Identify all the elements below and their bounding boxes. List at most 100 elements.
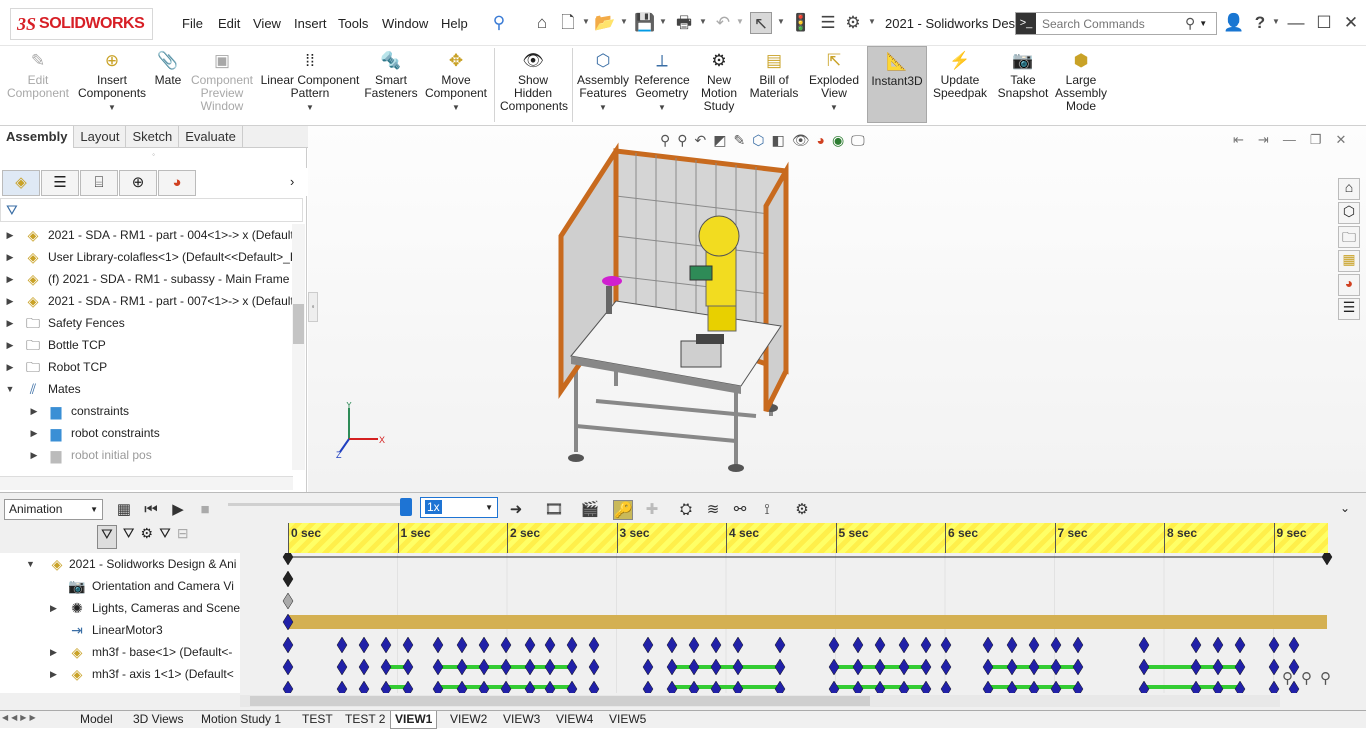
reference-geometry-button[interactable]: ⟂ Reference Geometry ▼	[634, 50, 690, 114]
collapse-icon[interactable]: ▼	[26, 553, 35, 575]
key-point[interactable]	[1234, 658, 1246, 676]
zoom-to-fit-icon[interactable]: ⚲	[1282, 669, 1293, 691]
view-settings-icon[interactable]: 🖵	[851, 132, 865, 152]
menu-window[interactable]: Window	[382, 16, 428, 31]
panel-splitter-handle[interactable]: ◦	[308, 292, 318, 322]
key-point[interactable]	[1050, 636, 1062, 654]
menu-tools[interactable]: Tools	[338, 16, 368, 31]
key-point[interactable]	[358, 658, 370, 676]
chevron-down-icon[interactable]: ▼	[699, 17, 707, 26]
key-point[interactable]	[1212, 636, 1224, 654]
tab-3d-views[interactable]: 3D Views	[129, 711, 187, 729]
key-point[interactable]	[478, 658, 490, 676]
tab-model[interactable]: Model	[76, 711, 117, 729]
key-point[interactable]	[940, 636, 952, 654]
collapse-all-icon[interactable]: ⊟	[177, 525, 189, 549]
search-commands[interactable]: >_ ⚲ ▼	[1015, 12, 1217, 35]
key-point[interactable]	[336, 680, 348, 693]
key-point[interactable]	[544, 636, 556, 654]
zoom-out-icon[interactable]: ⚲	[1320, 669, 1331, 691]
key-point[interactable]	[710, 636, 722, 654]
key-point[interactable]	[852, 658, 864, 676]
add-key-icon[interactable]: ✚	[642, 500, 662, 520]
key-point[interactable]	[940, 658, 952, 676]
edit-component-button[interactable]: ✎ Edit Component	[6, 50, 70, 100]
key-point[interactable]	[688, 636, 700, 654]
menu-view[interactable]: View	[253, 16, 281, 31]
playback-slider-thumb[interactable]	[400, 498, 412, 516]
key-point[interactable]	[358, 636, 370, 654]
stop-icon[interactable]: ■	[195, 500, 215, 520]
playback-slider-track[interactable]	[228, 503, 403, 506]
exploded-view-button[interactable]: ⇱ Exploded View ▼	[806, 50, 862, 114]
user-icon[interactable]: 👤	[1223, 12, 1245, 34]
chevron-down-icon[interactable]: ▼	[1199, 19, 1207, 28]
key-point[interactable]	[642, 680, 654, 693]
save-icon[interactable]: 💾	[634, 12, 656, 34]
tree-item[interactable]: ▶ 🗀 Safety Fences	[0, 312, 293, 334]
key-point[interactable]	[1006, 636, 1018, 654]
key-point[interactable]	[898, 636, 910, 654]
expand-icon[interactable]: ▶	[4, 268, 16, 290]
tab-evaluate[interactable]: Evaluate	[179, 126, 243, 148]
key-point[interactable]	[524, 680, 536, 693]
key-point[interactable]	[282, 592, 294, 610]
new-document-icon[interactable]: 🗋	[557, 12, 579, 34]
tree-item[interactable]: ▶ 🗀 Robot TCP	[0, 356, 293, 378]
close-icon[interactable]: ✕	[1335, 132, 1346, 152]
key-point[interactable]	[828, 658, 840, 676]
collapse-right-icon[interactable]: ⇥	[1258, 132, 1269, 152]
dimxpert-tab-icon[interactable]: ⊕	[119, 170, 157, 196]
key-point[interactable]	[524, 658, 536, 676]
menu-insert[interactable]: Insert	[294, 16, 327, 31]
key-point[interactable]	[982, 680, 994, 693]
feature-tree-tab-icon[interactable]: ◈	[2, 170, 40, 196]
key-point[interactable]	[336, 658, 348, 676]
key-point[interactable]	[1190, 636, 1202, 654]
key-point[interactable]	[982, 636, 994, 654]
scrollbar-thumb[interactable]	[293, 304, 304, 344]
chevron-right-icon[interactable]: ›	[290, 174, 294, 189]
key-point[interactable]	[1190, 680, 1202, 693]
expand-icon[interactable]: ▶	[4, 334, 16, 356]
component-preview-window-button[interactable]: ▣ Component Preview Window	[189, 50, 255, 113]
motion-tree-row[interactable]: 📷 Orientation and Camera Vi	[0, 575, 240, 597]
key-point[interactable]	[1028, 658, 1040, 676]
key-point[interactable]	[1212, 680, 1224, 693]
tab-view5[interactable]: VIEW5	[605, 711, 650, 729]
edit-appearance-icon[interactable]: ◕	[816, 132, 824, 152]
apply-scene-icon[interactable]: ◉	[832, 132, 844, 152]
key-point[interactable]	[898, 680, 910, 693]
key-point[interactable]	[688, 658, 700, 676]
key-point[interactable]	[1028, 636, 1040, 654]
motion-tree-row[interactable]: ▶ ✺ Lights, Cameras and Scene	[0, 597, 240, 619]
key-point[interactable]	[732, 636, 744, 654]
move-component-button[interactable]: ✥ Move Component ▼	[424, 50, 488, 114]
tab-view3[interactable]: VIEW3	[499, 711, 544, 729]
rebuild-icon[interactable]: 🚦	[790, 12, 812, 34]
chevron-down-icon[interactable]: ▼	[1272, 17, 1280, 26]
key-point[interactable]	[1138, 658, 1150, 676]
key-point[interactable]	[852, 636, 864, 654]
filter-driving-icon[interactable]: ⛛	[123, 525, 135, 549]
collapse-icon[interactable]: ▼	[4, 378, 16, 400]
collapse-left-icon[interactable]: ⇤	[1233, 132, 1244, 152]
motion-tree-row[interactable]: ▶ ◈ mh3f - axis 1<1> (Default<	[0, 663, 240, 685]
calculate-icon[interactable]: ▦	[114, 500, 134, 520]
key-point[interactable]	[920, 636, 932, 654]
key-point[interactable]	[774, 658, 786, 676]
file-explorer-icon[interactable]: 🗀	[1338, 226, 1360, 248]
print-icon[interactable]: 🖶	[673, 12, 695, 34]
key-point[interactable]	[774, 636, 786, 654]
filter-results-icon[interactable]: ⛛	[159, 525, 171, 549]
expand-icon[interactable]: ▶	[50, 641, 57, 663]
expand-icon[interactable]: ▶	[28, 422, 40, 444]
playback-speed-select[interactable]: 1x ▼	[420, 497, 498, 518]
smart-fasteners-button[interactable]: 🔩 Smart Fasteners	[364, 50, 418, 100]
search-icon[interactable]: ⚲	[1185, 15, 1195, 32]
design-library-icon[interactable]: ⬡	[1338, 202, 1360, 224]
key-point[interactable]	[1138, 636, 1150, 654]
open-icon[interactable]: 📂	[594, 12, 616, 34]
key-point[interactable]	[1072, 658, 1084, 676]
key-point[interactable]	[874, 636, 886, 654]
